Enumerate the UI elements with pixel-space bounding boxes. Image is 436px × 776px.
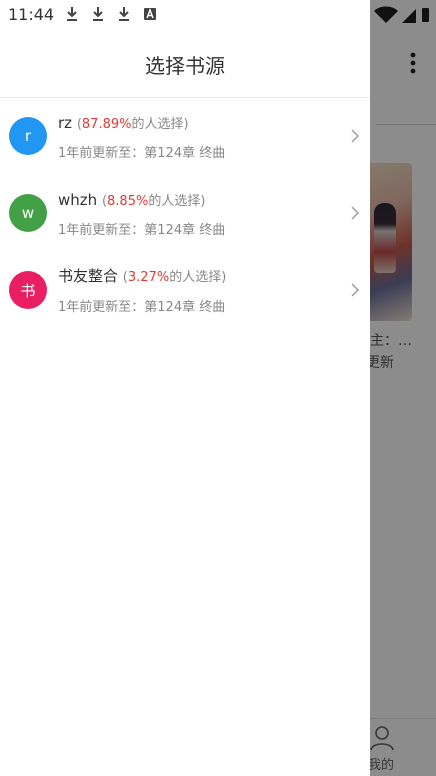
source-share: (3.27%的人选择)	[122, 270, 227, 285]
source-share: (87.89%的人选择)	[76, 117, 189, 132]
download-icon	[119, 7, 129, 21]
source-avatar: 书	[9, 271, 47, 309]
download-icon	[93, 7, 103, 21]
source-name: rz	[58, 114, 73, 132]
source-update: 1年前更新至：第124章 终曲	[58, 300, 226, 315]
source-drawer: 11:44 选择书源 r rz (87.89%的人选择) 1年前更新至：第124…	[0, 0, 370, 776]
chevron-right-icon	[351, 129, 359, 143]
source-item-shuyou[interactable]: 书 书友整合 (3.27%的人选择) 1年前更新至：第124章 终曲	[0, 252, 370, 328]
translate-icon	[144, 8, 156, 20]
source-share-suffix: 的人选择)	[131, 117, 189, 132]
status-notifications	[64, 6, 158, 22]
source-name: whzh	[58, 191, 98, 209]
download-icon	[67, 7, 77, 21]
source-update: 1年前更新至：第124章 终曲	[58, 223, 226, 238]
source-percent: 3.27%	[127, 270, 170, 285]
source-avatar: r	[9, 117, 47, 155]
source-percent: 87.89%	[81, 117, 132, 132]
status-time: 11:44	[8, 5, 55, 24]
source-avatar: w	[9, 194, 47, 232]
source-name-line: 书友整合 (3.27%的人选择)	[58, 265, 226, 286]
source-name-line: whzh (8.85%的人选择)	[58, 190, 205, 209]
drawer-title: 选择书源	[145, 54, 225, 78]
source-name: 书友整合	[58, 267, 119, 285]
status-bar: 11:44	[0, 0, 436, 30]
source-percent: 8.85%	[107, 194, 149, 209]
source-update: 1年前更新至：第124章 终曲	[58, 146, 226, 161]
source-item-rz[interactable]: r rz (87.89%的人选择) 1年前更新至：第124章 终曲	[0, 98, 370, 174]
chevron-right-icon	[351, 206, 359, 220]
chevron-right-icon	[351, 283, 359, 297]
source-share-suffix: 的人选择)	[148, 194, 206, 209]
source-share-suffix: 的人选择)	[169, 270, 227, 285]
source-item-whzh[interactable]: w whzh (8.85%的人选择) 1年前更新至：第124章 终曲	[0, 175, 370, 251]
source-share: (8.85%的人选择)	[101, 194, 206, 209]
source-name-line: rz (87.89%的人选择)	[58, 113, 189, 132]
